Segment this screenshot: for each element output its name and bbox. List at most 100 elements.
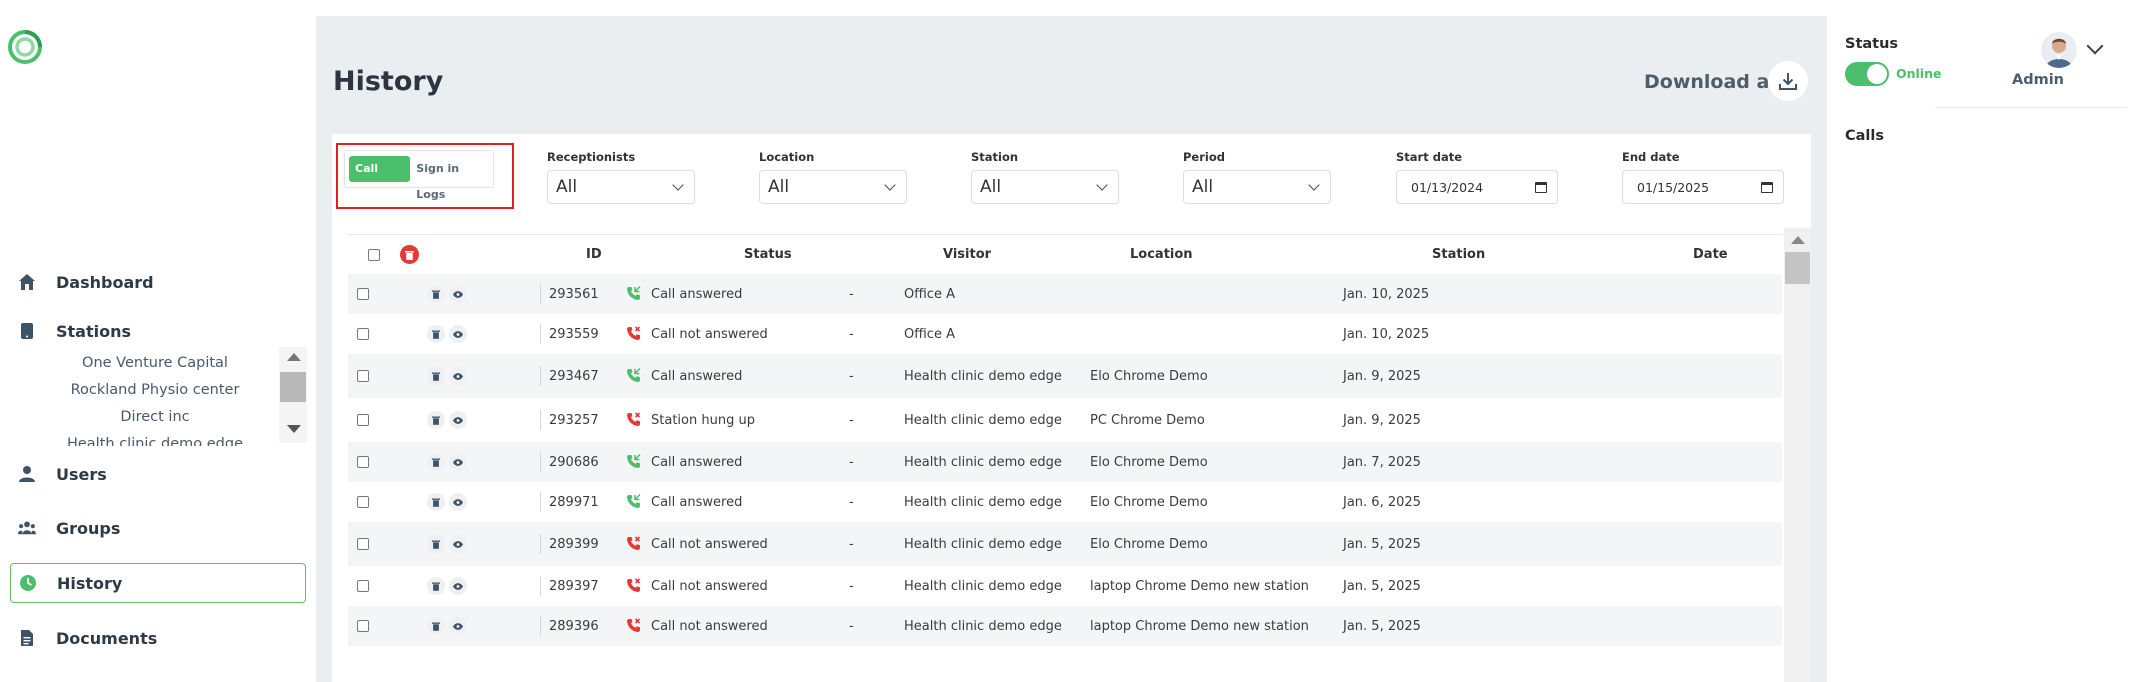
chevron-down-icon[interactable] bbox=[2086, 37, 2104, 55]
row-delete-button[interactable] bbox=[427, 411, 445, 429]
column-separator bbox=[540, 576, 541, 596]
nav-stations[interactable]: Stations bbox=[10, 311, 306, 351]
column-date[interactable]: Date bbox=[1693, 247, 1728, 262]
station-item[interactable]: Rockland Physio center bbox=[30, 377, 280, 404]
end-date-input[interactable]: 01/15/2025 bbox=[1622, 170, 1784, 204]
nav-history[interactable]: History bbox=[10, 563, 306, 603]
row-view-button[interactable] bbox=[449, 535, 467, 553]
row-station: Elo Chrome Demo bbox=[1090, 454, 1208, 470]
tab-call-logs[interactable]: Call Logs bbox=[349, 156, 411, 201]
eye-icon bbox=[453, 582, 463, 590]
select-all-checkbox[interactable] bbox=[368, 248, 380, 261]
online-status-toggle[interactable] bbox=[1845, 62, 1889, 86]
row-date: Jan. 6, 2025 bbox=[1343, 494, 1421, 510]
scroll-thumb[interactable] bbox=[1785, 252, 1810, 284]
user-avatar-icon bbox=[2041, 32, 2077, 68]
column-separator bbox=[540, 366, 541, 386]
calendar-icon[interactable] bbox=[1535, 181, 1547, 193]
column-separator bbox=[540, 410, 541, 430]
avatar[interactable] bbox=[2041, 32, 2077, 68]
station-item[interactable]: Health clinic demo edge bbox=[30, 431, 280, 446]
row-delete-button[interactable] bbox=[427, 577, 445, 595]
row-checkbox[interactable] bbox=[357, 414, 369, 426]
period-select[interactable]: All bbox=[1183, 170, 1331, 204]
app-logo[interactable] bbox=[8, 30, 42, 64]
row-id: 289397 bbox=[549, 578, 599, 594]
row-view-button[interactable] bbox=[449, 617, 467, 635]
table-row[interactable]: 293561 Call answered - Office A Jan. 10, 202… bbox=[348, 274, 1782, 314]
row-delete-button[interactable] bbox=[427, 493, 445, 511]
station-item[interactable]: Direct inc bbox=[30, 404, 280, 431]
nav-groups-label: Groups bbox=[56, 518, 121, 538]
column-station[interactable]: Station bbox=[1432, 247, 1485, 262]
table-row[interactable]: 289396 Call not answered - Health clinic de… bbox=[348, 606, 1782, 646]
row-date: Jan. 5, 2025 bbox=[1343, 578, 1421, 594]
row-checkbox[interactable] bbox=[357, 328, 369, 340]
scroll-up-arrow-icon[interactable] bbox=[1791, 236, 1805, 244]
download-all-button[interactable] bbox=[1768, 61, 1808, 101]
row-location: Office A bbox=[904, 286, 955, 302]
download-all-label[interactable]: Download all bbox=[1644, 71, 1782, 93]
trash-icon bbox=[432, 416, 440, 425]
row-checkbox[interactable] bbox=[357, 620, 369, 632]
row-checkbox[interactable] bbox=[357, 456, 369, 468]
row-delete-button[interactable] bbox=[427, 285, 445, 303]
row-view-button[interactable] bbox=[449, 325, 467, 343]
start-date-input[interactable]: 01/13/2024 bbox=[1396, 170, 1558, 204]
row-checkbox[interactable] bbox=[357, 370, 369, 382]
row-delete-button[interactable] bbox=[427, 325, 445, 343]
nav-dashboard[interactable]: Dashboard bbox=[10, 262, 306, 302]
row-checkbox[interactable] bbox=[357, 580, 369, 592]
row-location: Health clinic demo edge bbox=[904, 618, 1062, 634]
row-view-button[interactable] bbox=[449, 285, 467, 303]
table-row[interactable]: 289397 Call not answered - Health clinic de… bbox=[348, 566, 1782, 606]
row-checkbox[interactable] bbox=[357, 538, 369, 550]
scroll-thumb[interactable] bbox=[280, 372, 306, 402]
scroll-down-arrow-icon[interactable] bbox=[287, 425, 301, 433]
row-status: Call not answered bbox=[651, 578, 768, 594]
table-row[interactable]: 293467 Call answered - Health clinic demo e… bbox=[348, 354, 1782, 398]
scroll-up-arrow-icon[interactable] bbox=[287, 353, 301, 361]
column-status[interactable]: Status bbox=[744, 247, 792, 262]
row-delete-button[interactable] bbox=[427, 535, 445, 553]
row-delete-button[interactable] bbox=[427, 453, 445, 471]
calendar-icon[interactable] bbox=[1761, 181, 1773, 193]
row-view-button[interactable] bbox=[449, 411, 467, 429]
stations-scrollbar[interactable] bbox=[279, 347, 307, 443]
table-row[interactable]: 290686 Call answered - Health clinic demo e… bbox=[348, 442, 1782, 482]
table-row[interactable]: 293257 Station hung up - Health clinic demo… bbox=[348, 398, 1782, 442]
column-visitor[interactable]: Visitor bbox=[943, 247, 991, 262]
table-row[interactable]: 289399 Call not answered - Health clinic de… bbox=[348, 522, 1782, 566]
trash-icon bbox=[432, 498, 440, 507]
row-date: Jan. 7, 2025 bbox=[1343, 454, 1421, 470]
main-content: History Download all Call Logs Sign in L… bbox=[316, 16, 1827, 682]
row-date: Jan. 5, 2025 bbox=[1343, 618, 1421, 634]
row-id: 293257 bbox=[549, 412, 599, 428]
row-checkbox[interactable] bbox=[357, 288, 369, 300]
table-row[interactable]: 289971 Call answered - Health clinic demo e… bbox=[348, 482, 1782, 522]
row-status: Call answered bbox=[651, 454, 743, 470]
nav-users-label: Users bbox=[56, 464, 107, 484]
calls-heading: Calls bbox=[1845, 128, 1884, 144]
user-name[interactable]: Admin bbox=[2012, 72, 2064, 88]
row-delete-button[interactable] bbox=[427, 617, 445, 635]
station-select[interactable]: All bbox=[971, 170, 1119, 204]
table-scrollbar[interactable] bbox=[1784, 228, 1811, 682]
row-view-button[interactable] bbox=[449, 493, 467, 511]
column-id[interactable]: ID bbox=[586, 247, 602, 262]
row-checkbox[interactable] bbox=[357, 496, 369, 508]
location-select[interactable]: All bbox=[759, 170, 907, 204]
delete-selected-button[interactable] bbox=[400, 245, 419, 264]
row-view-button[interactable] bbox=[449, 453, 467, 471]
tab-sign-in-logs[interactable]: Sign in Logs bbox=[410, 156, 489, 201]
nav-documents[interactable]: Documents bbox=[10, 618, 306, 658]
row-view-button[interactable] bbox=[449, 577, 467, 595]
nav-groups[interactable]: Groups bbox=[10, 508, 306, 548]
row-view-button[interactable] bbox=[449, 367, 467, 385]
row-delete-button[interactable] bbox=[427, 367, 445, 385]
station-item[interactable]: One Venture Capital bbox=[30, 350, 280, 377]
receptionists-select[interactable]: All bbox=[547, 170, 695, 204]
table-row[interactable]: 293559 Call not answered - Office A Jan. 10,… bbox=[348, 314, 1782, 354]
nav-users[interactable]: Users bbox=[10, 454, 306, 494]
column-location[interactable]: Location bbox=[1130, 247, 1193, 262]
